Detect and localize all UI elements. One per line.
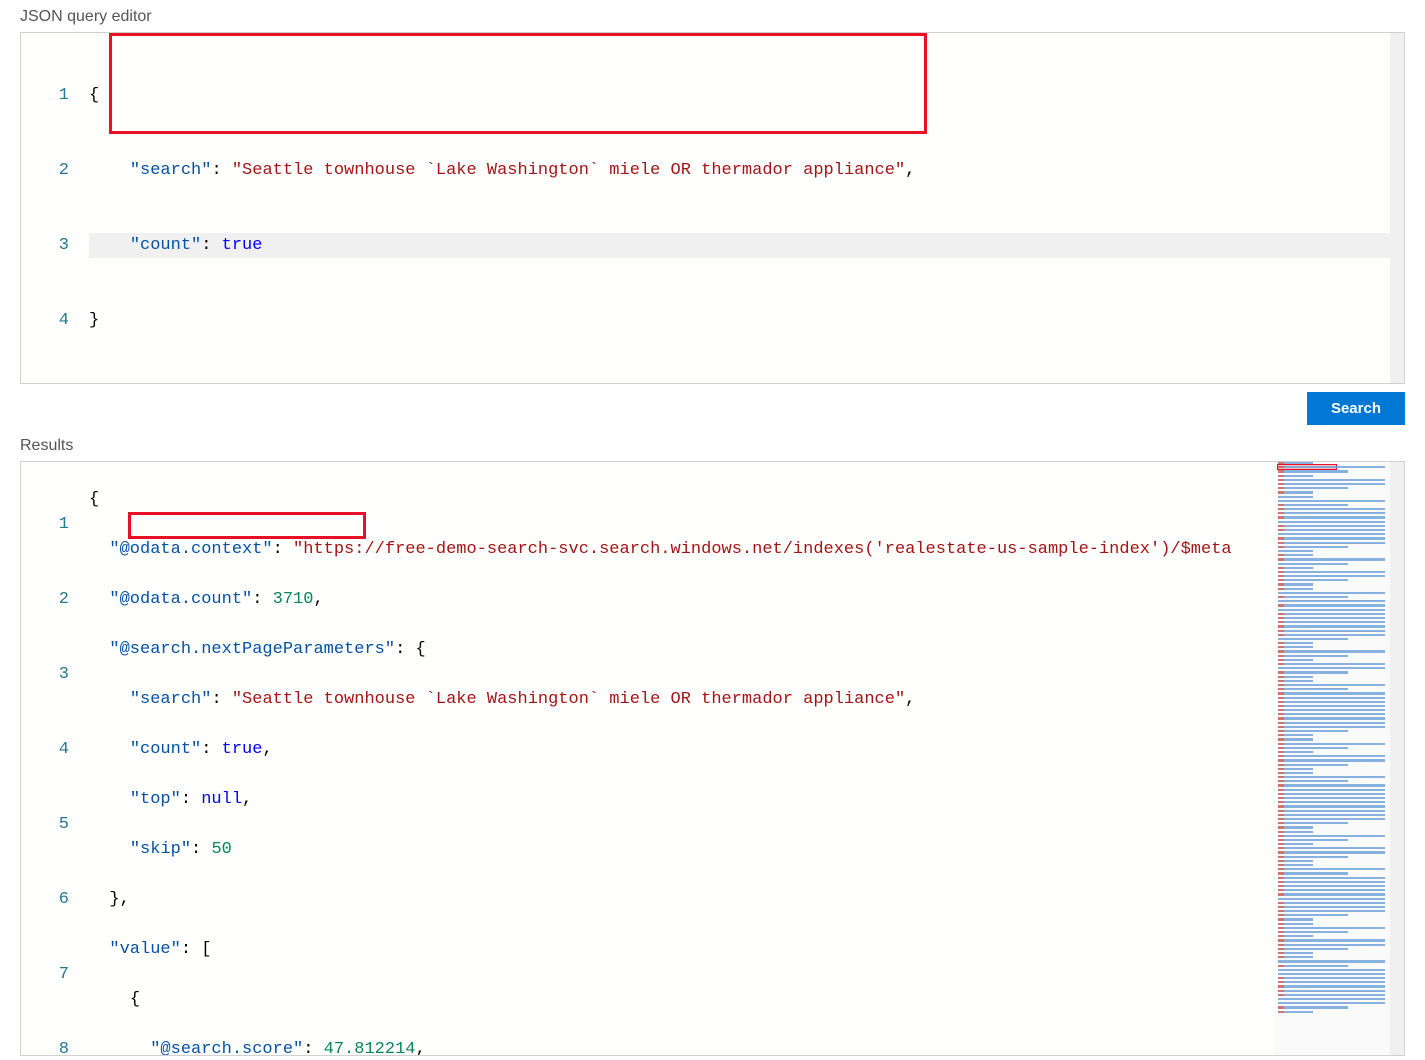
json-query-editor[interactable]: 1 2 3 4 { "search": "Seattle townhouse `… <box>20 32 1405 384</box>
editor-gutter: 1 2 3 4 <box>21 33 89 383</box>
editor-code[interactable]: { "search": "Seattle townhouse `Lake Was… <box>89 33 1404 383</box>
results-viewer[interactable]: 1 2 3 4 5 6 7 8 9 10 11 12 13 14 15 16 1… <box>20 461 1405 1056</box>
editor-scrollbar[interactable] <box>1390 33 1404 383</box>
results-scrollbar[interactable] <box>1390 462 1404 1055</box>
results-label: Results <box>20 437 1405 455</box>
results-gutter: 1 2 3 4 5 6 7 8 9 10 11 12 13 14 15 16 1… <box>21 462 89 1056</box>
results-code: { "@odata.context": "https://free-demo-s… <box>89 462 1404 1056</box>
editor-label: JSON query editor <box>20 8 1405 26</box>
results-minimap[interactable] <box>1274 462 1390 1055</box>
search-button[interactable]: Search <box>1307 392 1405 425</box>
